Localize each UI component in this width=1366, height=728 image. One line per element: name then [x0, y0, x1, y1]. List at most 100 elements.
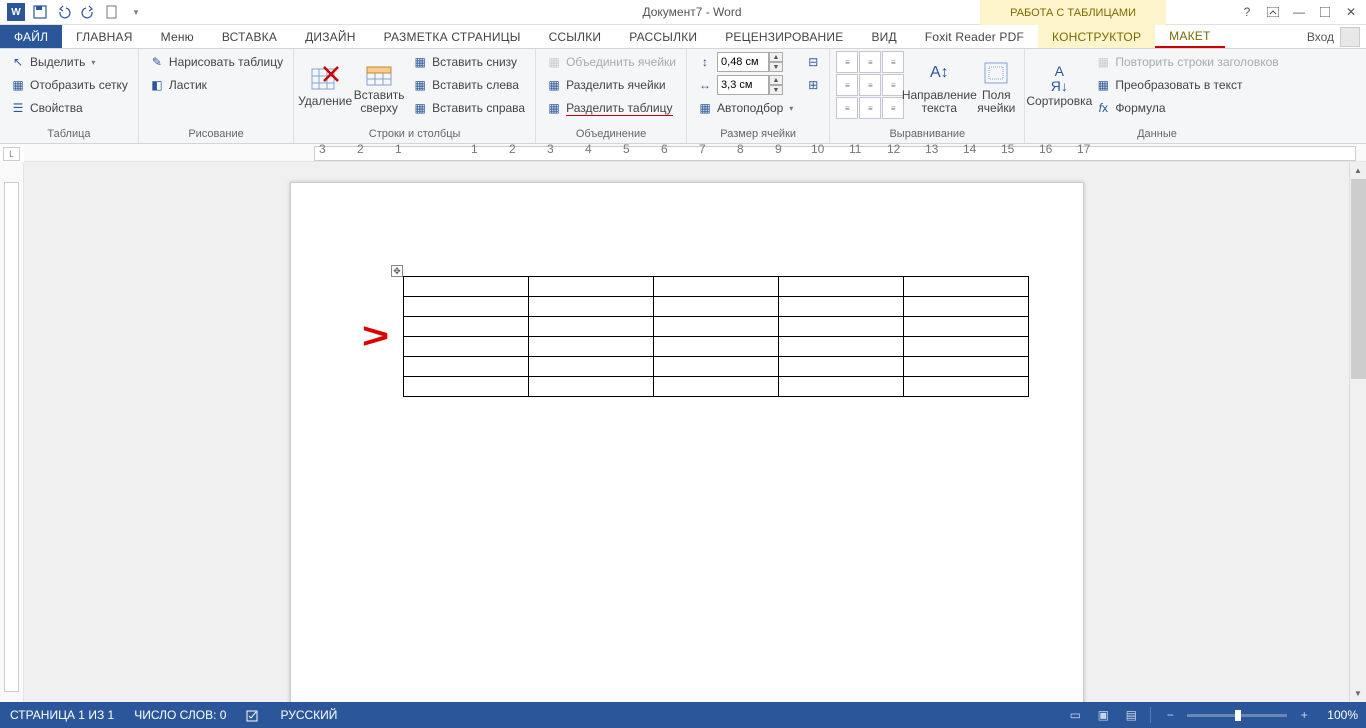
- sort-button[interactable]: АЯ↓ Сортировка: [1031, 51, 1087, 121]
- align-bc-button[interactable]: ≡: [859, 97, 881, 119]
- insert-above-button[interactable]: Вставить сверху: [354, 51, 404, 121]
- document-page[interactable]: ✥ >: [290, 182, 1084, 702]
- distribute-rows-button[interactable]: ⊟: [803, 51, 823, 73]
- grid-icon: ▦: [10, 77, 26, 93]
- distribute-cols-button[interactable]: ⊞: [803, 74, 823, 96]
- table-row[interactable]: [404, 297, 1029, 317]
- width-down-icon[interactable]: ▼: [769, 85, 783, 95]
- repeat-header-button[interactable]: ▦Повторить строки заголовков: [1091, 51, 1282, 73]
- new-doc-icon[interactable]: [100, 1, 124, 23]
- table-row[interactable]: [404, 377, 1029, 397]
- annotation-arrow-icon: >: [362, 315, 389, 357]
- tab-page-layout[interactable]: РАЗМЕТКА СТРАНИЦЫ: [370, 25, 535, 48]
- text-direction-button[interactable]: A↕ Направление текста: [908, 51, 970, 121]
- status-proofing-icon[interactable]: [236, 708, 270, 722]
- help-icon[interactable]: ?: [1236, 1, 1258, 23]
- properties-button[interactable]: ☰Свойства: [6, 97, 132, 119]
- ribbon-display-icon[interactable]: [1262, 1, 1284, 23]
- qat-customize-icon[interactable]: ▾: [124, 1, 148, 23]
- split-table-button[interactable]: ▦Разделить таблицу: [542, 97, 680, 119]
- tab-view[interactable]: ВИД: [857, 25, 910, 48]
- status-language[interactable]: РУССКИЙ: [270, 708, 347, 722]
- ruler-corner[interactable]: L: [3, 147, 20, 161]
- delete-button[interactable]: Удаление: [300, 51, 350, 121]
- tab-foxit[interactable]: Foxit Reader PDF: [911, 25, 1038, 48]
- zoom-thumb[interactable]: [1235, 710, 1241, 721]
- insert-below-button[interactable]: ▦Вставить снизу: [408, 51, 529, 73]
- redo-icon[interactable]: [76, 1, 100, 23]
- row-height-input[interactable]: [717, 52, 769, 72]
- view-print-icon[interactable]: ▣: [1092, 705, 1114, 725]
- svg-text:12: 12: [887, 144, 901, 156]
- scroll-thumb[interactable]: [1351, 179, 1366, 379]
- align-tc-button[interactable]: ≡: [859, 51, 881, 73]
- table-row[interactable]: [404, 317, 1029, 337]
- merge-cells-button[interactable]: ▦Объединить ячейки: [542, 51, 680, 73]
- eraser-icon: ◧: [149, 77, 165, 93]
- split-table-icon: ▦: [546, 100, 562, 116]
- scroll-down-icon[interactable]: ▼: [1350, 685, 1366, 702]
- formula-button[interactable]: fxФормула: [1091, 97, 1282, 119]
- view-read-icon[interactable]: ▭: [1064, 705, 1086, 725]
- width-up-icon[interactable]: ▲: [769, 75, 783, 85]
- align-ml-button[interactable]: ≡: [836, 74, 858, 96]
- cell-margins-button[interactable]: Поля ячейки: [974, 51, 1018, 121]
- signin-label[interactable]: Вход: [1307, 30, 1334, 44]
- align-tr-button[interactable]: ≡: [882, 51, 904, 73]
- table-row[interactable]: [404, 277, 1029, 297]
- table-row[interactable]: [404, 337, 1029, 357]
- insert-left-button[interactable]: ▦Вставить слева: [408, 74, 529, 96]
- view-web-icon[interactable]: ▤: [1120, 705, 1142, 725]
- horizontal-ruler[interactable]: 321 1234567891011121314151617: [24, 144, 1366, 162]
- convert-icon: ▦: [1095, 77, 1111, 93]
- autofit-button[interactable]: ▦Автоподбор▾: [693, 97, 797, 119]
- status-page[interactable]: СТРАНИЦА 1 ИЗ 1: [0, 708, 124, 722]
- tab-home[interactable]: ГЛАВНАЯ: [62, 25, 146, 48]
- tab-layout[interactable]: МАКЕТ: [1155, 25, 1224, 48]
- table-row[interactable]: [404, 357, 1029, 377]
- split-cells-button[interactable]: ▦Разделить ячейки: [542, 74, 680, 96]
- document-table[interactable]: [403, 276, 1029, 397]
- pencil-icon: ✎: [149, 54, 165, 70]
- select-button[interactable]: ↖Выделить▾: [6, 51, 132, 73]
- eraser-button[interactable]: ◧Ластик: [145, 74, 287, 96]
- document-area: ✥ > ▲ ▼: [24, 162, 1366, 702]
- tab-mailings[interactable]: РАССЫЛКИ: [615, 25, 711, 48]
- tab-references[interactable]: ССЫЛКИ: [535, 25, 616, 48]
- close-icon[interactable]: ✕: [1340, 1, 1362, 23]
- distribute-rows-icon: ⊟: [805, 54, 821, 70]
- tab-file[interactable]: ФАЙЛ: [0, 25, 62, 48]
- tab-menu[interactable]: Меню: [147, 25, 208, 48]
- view-gridlines-button[interactable]: ▦Отобразить сетку: [6, 74, 132, 96]
- save-icon[interactable]: [28, 1, 52, 23]
- col-width-input[interactable]: [717, 75, 769, 95]
- avatar-icon[interactable]: [1340, 27, 1360, 47]
- zoom-out-icon[interactable]: −: [1159, 705, 1181, 725]
- vertical-ruler[interactable]: [0, 162, 24, 702]
- vertical-scrollbar[interactable]: ▲ ▼: [1349, 162, 1366, 702]
- tab-insert[interactable]: ВСТАВКА: [208, 25, 291, 48]
- height-down-icon[interactable]: ▼: [769, 62, 783, 72]
- insert-left-icon: ▦: [412, 77, 428, 93]
- zoom-slider[interactable]: [1187, 714, 1287, 717]
- align-tl-button[interactable]: ≡: [836, 51, 858, 73]
- draw-table-button[interactable]: ✎Нарисовать таблицу: [145, 51, 287, 73]
- tab-review[interactable]: РЕЦЕНЗИРОВАНИЕ: [711, 25, 857, 48]
- minimize-icon[interactable]: —: [1288, 1, 1310, 23]
- table-move-handle-icon[interactable]: ✥: [391, 265, 403, 277]
- scroll-up-icon[interactable]: ▲: [1350, 162, 1366, 179]
- insert-right-button[interactable]: ▦Вставить справа: [408, 97, 529, 119]
- svg-text:7: 7: [699, 144, 706, 156]
- zoom-level[interactable]: 100%: [1327, 708, 1358, 722]
- align-mc-button[interactable]: ≡: [859, 74, 881, 96]
- status-words[interactable]: ЧИСЛО СЛОВ: 0: [124, 708, 236, 722]
- undo-icon[interactable]: [52, 1, 76, 23]
- convert-to-text-button[interactable]: ▦Преобразовать в текст: [1091, 74, 1282, 96]
- align-bl-button[interactable]: ≡: [836, 97, 858, 119]
- tab-constructor[interactable]: КОНСТРУКТОР: [1038, 25, 1155, 48]
- height-up-icon[interactable]: ▲: [769, 52, 783, 62]
- zoom-in-icon[interactable]: +: [1293, 705, 1315, 725]
- maximize-icon[interactable]: [1314, 1, 1336, 23]
- tab-design[interactable]: ДИЗАЙН: [291, 25, 370, 48]
- status-bar: СТРАНИЦА 1 ИЗ 1 ЧИСЛО СЛОВ: 0 РУССКИЙ ▭ …: [0, 702, 1366, 728]
